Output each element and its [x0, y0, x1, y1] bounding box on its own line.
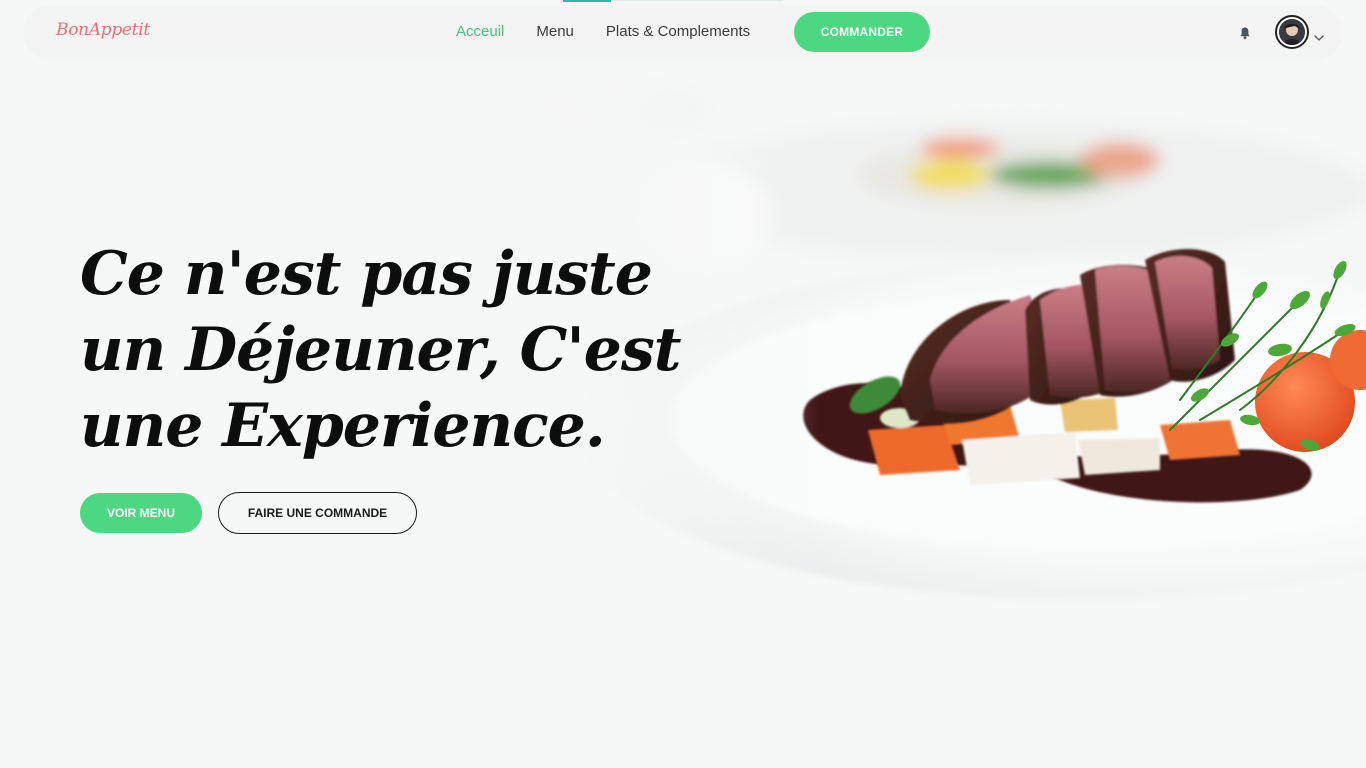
- headline-line-3: une Experience.: [80, 391, 606, 461]
- voir-menu-button[interactable]: VOIR MENU: [80, 493, 202, 533]
- top-navbar: BonAppetit Acceuil Menu Plats & Compleme…: [24, 5, 1342, 59]
- user-avatar[interactable]: [1275, 15, 1309, 49]
- loading-progress: [563, 0, 611, 2]
- nav-link-acceuil[interactable]: Acceuil: [456, 23, 504, 40]
- brand-logo[interactable]: BonAppetit: [56, 20, 150, 40]
- faire-une-commande-button[interactable]: FAIRE UNE COMMANDE: [218, 492, 417, 534]
- headline-line-1: Ce n'est pas juste: [80, 239, 653, 309]
- page-loading-bar: [0, 0, 1366, 3]
- headline-line-2: un Déjeuner, C'est: [80, 315, 681, 385]
- chevron-down-icon[interactable]: [1314, 27, 1324, 41]
- nav-link-plats-complements[interactable]: Plats & Complements: [606, 23, 750, 40]
- hero-headline: Ce n'est pas juste un Déjeuner, C'est un…: [80, 236, 681, 464]
- avatar-image: [1279, 19, 1305, 45]
- bell-icon[interactable]: [1238, 25, 1252, 40]
- nav-links: Acceuil Menu Plats & Complements: [456, 23, 782, 40]
- nav-link-menu[interactable]: Menu: [536, 23, 574, 40]
- commander-button[interactable]: COMMANDER: [794, 12, 930, 52]
